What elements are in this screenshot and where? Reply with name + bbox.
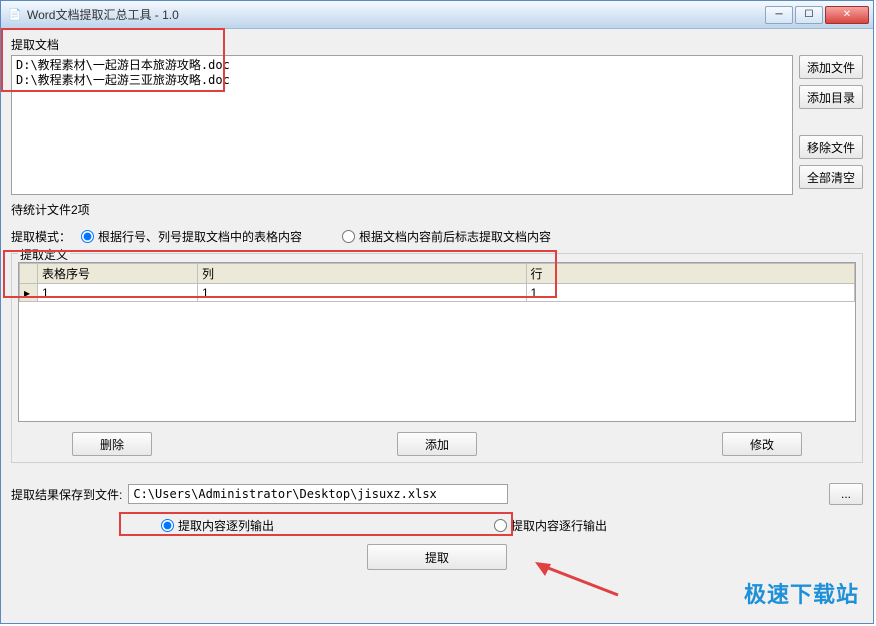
save-row: 提取结果保存到文件: ...: [11, 483, 863, 505]
save-label: 提取结果保存到文件:: [11, 486, 122, 503]
output-by-row[interactable]: 提取内容逐行输出: [494, 517, 607, 534]
add-dir-button[interactable]: 添加目录: [799, 85, 863, 109]
add-button[interactable]: 添加: [397, 432, 477, 456]
cell-row[interactable]: 1: [526, 284, 855, 302]
grid-buttons: 删除 添加 修改: [72, 432, 802, 456]
add-file-button[interactable]: 添加文件: [799, 55, 863, 79]
window-controls: ─ ☐ ✕: [765, 6, 873, 24]
content-area: 提取文档 D:\教程素材\一起游日本旅游攻略.doc D:\教程素材\一起游三亚…: [3, 30, 871, 621]
modify-button[interactable]: 修改: [722, 432, 802, 456]
close-button[interactable]: ✕: [825, 6, 869, 24]
list-item[interactable]: D:\教程素材\一起游日本旅游攻略.doc: [16, 58, 788, 73]
output-row: 提取内容逐列输出 提取内容逐行输出: [161, 517, 863, 534]
output-radio-row[interactable]: [494, 519, 507, 532]
mode-row: 提取模式： 根据行号、列号提取文档中的表格内容 根据文档内容前后标志提取文档内容: [11, 228, 863, 245]
minimize-button[interactable]: ─: [765, 6, 793, 24]
file-panel: D:\教程素材\一起游日本旅游攻略.doc D:\教程素材\一起游三亚旅游攻略.…: [11, 55, 863, 195]
cell-tableindex[interactable]: 1: [38, 284, 198, 302]
file-count-status: 待统计文件2项: [11, 201, 863, 218]
definition-label: 提取定义: [18, 246, 70, 263]
row-selector-icon[interactable]: ▸: [20, 284, 38, 302]
col-header-row[interactable]: 行: [526, 264, 855, 284]
extract-button[interactable]: 提取: [367, 544, 507, 570]
delete-button[interactable]: 删除: [72, 432, 152, 456]
definition-grid[interactable]: 表格序号 列 行 ▸ 1 1 1: [18, 262, 856, 422]
row-selector-header: [20, 264, 38, 284]
mode-radio-1[interactable]: [81, 230, 94, 243]
cell-col[interactable]: 1: [198, 284, 527, 302]
col-header-col[interactable]: 列: [198, 264, 527, 284]
window-title: Word文档提取汇总工具 - 1.0: [27, 6, 765, 23]
definition-panel: 提取定义 表格序号 列 行 ▸ 1: [11, 253, 863, 463]
table-row[interactable]: ▸ 1 1 1: [20, 284, 855, 302]
app-window: 📄 Word文档提取汇总工具 - 1.0 ─ ☐ ✕ 提取文档 D:\教程素材\…: [0, 0, 874, 624]
mode-option-by-marker[interactable]: 根据文档内容前后标志提取文档内容: [342, 228, 551, 245]
file-list[interactable]: D:\教程素材\一起游日本旅游攻略.doc D:\教程素材\一起游三亚旅游攻略.…: [11, 55, 793, 195]
list-item[interactable]: D:\教程素材\一起游三亚旅游攻略.doc: [16, 73, 788, 88]
save-path-input[interactable]: [128, 484, 508, 504]
app-icon: 📄: [7, 7, 23, 23]
output-radio-col[interactable]: [161, 519, 174, 532]
mode-radio-2[interactable]: [342, 230, 355, 243]
output-by-col[interactable]: 提取内容逐列输出: [161, 517, 274, 534]
remove-file-button[interactable]: 移除文件: [799, 135, 863, 159]
watermark-text: 极速下载站: [744, 577, 859, 609]
mode-label: 提取模式：: [11, 228, 71, 245]
col-header-tableindex[interactable]: 表格序号: [38, 264, 198, 284]
file-section-label: 提取文档: [11, 36, 863, 53]
extract-row: 提取: [11, 544, 863, 570]
side-buttons: 添加文件 添加目录 移除文件 全部清空: [799, 55, 863, 195]
title-bar: 📄 Word文档提取汇总工具 - 1.0 ─ ☐ ✕: [1, 1, 873, 29]
maximize-button[interactable]: ☐: [795, 6, 823, 24]
clear-all-button[interactable]: 全部清空: [799, 165, 863, 189]
mode-option-by-index[interactable]: 根据行号、列号提取文档中的表格内容: [81, 228, 302, 245]
browse-button[interactable]: ...: [829, 483, 863, 505]
